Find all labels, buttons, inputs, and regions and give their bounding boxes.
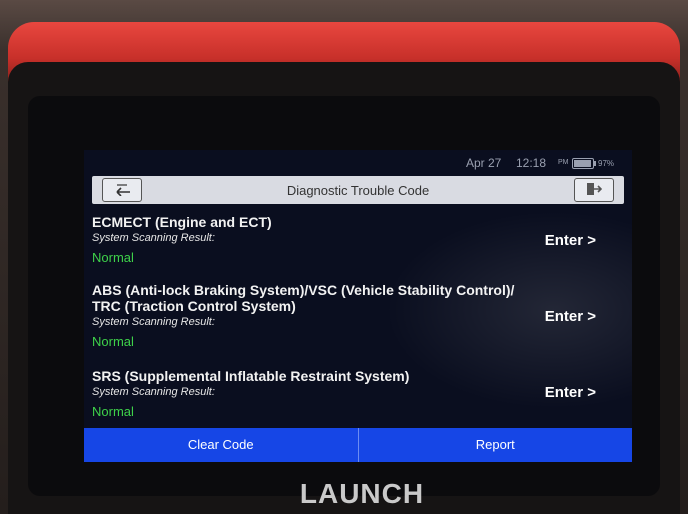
battery-level (574, 160, 592, 167)
status-time: 12:18 (516, 156, 547, 170)
system-item-ecmect[interactable]: ECMECT (Engine and ECT) System Scanning … (92, 214, 632, 265)
enter-button[interactable]: Enter > (545, 232, 596, 249)
battery-percent: 97% (598, 159, 615, 168)
system-item-abs[interactable]: ABS (Anti-lock Braking System)/VSC (Vehi… (92, 282, 632, 349)
status-ampm: PM (558, 159, 569, 166)
enter-button[interactable]: Enter > (545, 308, 596, 325)
status-bar: Apr 27 12:18 PM 97% (84, 150, 632, 174)
exit-button[interactable] (574, 178, 614, 202)
battery-icon (572, 158, 596, 169)
report-button[interactable]: Report (359, 428, 633, 462)
device-screen: Apr 27 12:18 PM 97% Diagnostic Trouble C… (84, 150, 632, 462)
status-date: Apr 27 (466, 156, 502, 170)
title-bar: Diagnostic Trouble Code (92, 176, 624, 204)
page-title: Diagnostic Trouble Code (286, 183, 430, 198)
scan-result-status: Normal (92, 404, 134, 419)
enter-button[interactable]: Enter > (545, 384, 596, 401)
system-name: SRS (Supplemental Inflatable Restraint S… (92, 368, 410, 384)
clear-code-button[interactable]: Clear Code (84, 428, 358, 462)
system-name: ABS (Anti-lock Braking System)/VSC (Vehi… (92, 282, 515, 298)
exit-icon (587, 183, 602, 195)
scan-result-status: Normal (92, 334, 134, 349)
bottom-action-bar: Clear Code Report (84, 428, 632, 462)
scan-result-status: Normal (92, 250, 134, 265)
device-brand-logo: LAUNCH (299, 478, 425, 509)
system-name: ECMECT (Engine and ECT) (92, 214, 272, 230)
system-item-srs[interactable]: SRS (Supplemental Inflatable Restraint S… (92, 368, 632, 419)
